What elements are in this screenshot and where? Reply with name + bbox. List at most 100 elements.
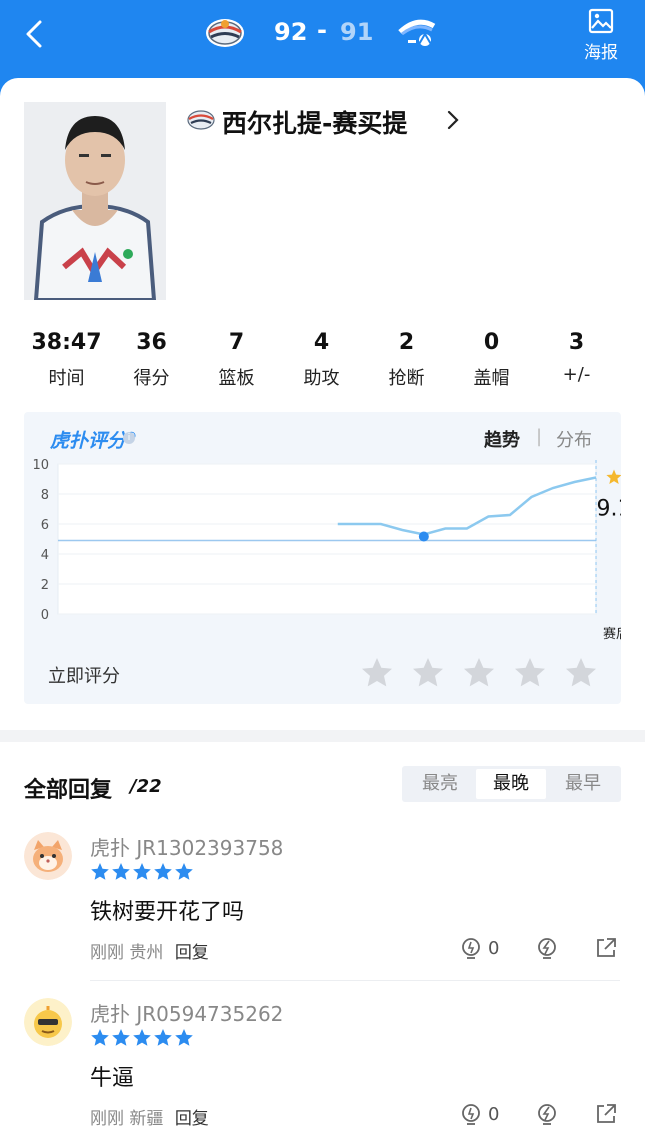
star-icon <box>175 863 193 880</box>
away-team-logo[interactable] <box>392 10 442 56</box>
stat-value: 3 <box>568 330 585 355</box>
dislike-button[interactable] <box>534 1102 560 1128</box>
comment-item: 虎扑 JR0594735262 牛逼 刚刚 新疆 回复 0 <box>0 998 645 1145</box>
comment-item: 虎扑 JR1302393758 铁树要开花了吗 刚刚 贵州 回复 0 <box>0 832 645 992</box>
stat-label: 盖帽 <box>473 368 510 389</box>
sort-tabs: 最亮 最晚 最早 <box>402 766 621 802</box>
star-icon <box>91 1029 109 1046</box>
share-button[interactable] <box>594 936 618 962</box>
rate-star-4-icon[interactable] <box>513 656 547 690</box>
stat-label: 时间 <box>48 368 85 389</box>
rating-stars-input <box>360 656 600 692</box>
lightbulb-icon <box>462 938 480 959</box>
comment-time: 刚刚 <box>90 943 124 963</box>
dislike-button[interactable] <box>534 936 560 962</box>
comment-location: 贵州 <box>129 943 164 963</box>
lightning-icon <box>538 938 556 959</box>
chart-y-ticks: 0 2 4 6 8 10 <box>32 458 49 623</box>
user-rating-stars <box>91 863 193 880</box>
stat-plus-minus: 3 +/- <box>534 330 619 385</box>
rate-star-3-icon[interactable] <box>462 656 496 690</box>
comment-text: 牛逼 <box>90 1066 135 1091</box>
player-name: 西尔扎提-赛买提 <box>222 109 408 138</box>
light-count: 0 <box>488 938 500 959</box>
tab-trend[interactable]: 趋势 <box>484 426 520 452</box>
username[interactable]: 虎扑 JR0594735262 <box>90 998 283 1027</box>
rate-star-2-icon[interactable] <box>411 656 445 690</box>
share-icon <box>597 938 616 957</box>
reply-button[interactable]: 回复 <box>175 943 209 963</box>
chevron-left-icon <box>26 20 42 48</box>
stat-label: 抢断 <box>388 368 425 389</box>
comment-divider <box>90 980 620 981</box>
team-logo-icon <box>187 110 215 130</box>
stat-value: 38:47 <box>31 330 102 355</box>
comment-meta: 刚刚 新疆 回复 <box>90 1104 209 1129</box>
image-icon <box>588 8 614 34</box>
chart-grid <box>57 463 597 615</box>
current-rating-star-icon <box>606 469 621 484</box>
light-button[interactable]: 0 <box>458 1102 499 1128</box>
avatar[interactable] <box>24 998 72 1046</box>
star-icon <box>133 1029 151 1046</box>
back-button[interactable] <box>18 14 54 54</box>
rate-star-1-icon[interactable] <box>360 656 394 690</box>
rating-trend-chart: 0 2 4 6 8 10 9.1 赛后 <box>32 458 622 640</box>
y-tick-label: 2 <box>41 578 49 593</box>
stat-label: 助攻 <box>303 368 340 389</box>
poster-label: 海报 <box>584 43 618 63</box>
comment-text: 铁树要开花了吗 <box>90 900 245 925</box>
y-tick-label: 6 <box>41 518 49 533</box>
score-separator: - <box>317 16 327 44</box>
stat-value: 36 <box>136 330 167 355</box>
stat-label: 得分 <box>133 368 170 389</box>
stat-blocks: 0 盖帽 <box>449 330 534 390</box>
comment-time: 刚刚 <box>90 1109 124 1129</box>
sort-tab-earliest[interactable]: 最早 <box>548 769 618 799</box>
y-tick-label: 4 <box>41 548 49 563</box>
comments-title: 全部回复 <box>24 778 113 803</box>
star-icon <box>91 863 109 880</box>
sort-tab-latest[interactable]: 最晚 <box>476 769 546 799</box>
comment-meta: 刚刚 贵州 回复 <box>90 938 209 963</box>
current-rating-value: 9.1 <box>597 497 622 522</box>
stat-value: 4 <box>313 330 330 355</box>
chevron-right-icon <box>447 110 459 130</box>
stat-line: 38:47 时间 36 得分 7 篮板 4 助攻 2 抢断 0 盖帽 3 +/- <box>24 330 620 390</box>
rating-panel: 虎扑评分® i 趋势 | 分布 0246810 9.1 赛后 立即评分 <box>24 412 621 704</box>
avatar[interactable] <box>24 832 72 880</box>
info-icon[interactable]: i <box>123 432 135 444</box>
comments-count: /22 <box>130 776 162 797</box>
brand-text: 虎扑评分 <box>50 430 127 452</box>
lightning-icon <box>538 1104 556 1125</box>
stat-minutes: 38:47 时间 <box>24 330 109 390</box>
poster-button[interactable]: 海报 <box>576 6 626 63</box>
stat-rebounds: 7 篮板 <box>194 330 279 390</box>
stat-label: +/- <box>562 364 591 385</box>
star-icon <box>154 1029 172 1046</box>
star-icon <box>154 863 172 880</box>
away-score: 91 <box>340 18 374 46</box>
light-count: 0 <box>488 1104 500 1125</box>
y-tick-label: 8 <box>41 488 49 503</box>
star-icon <box>175 1029 193 1046</box>
tab-distribution[interactable]: 分布 <box>556 426 592 452</box>
light-button[interactable]: 0 <box>458 936 499 962</box>
scoreboard: 92 - 91 <box>262 14 382 54</box>
sort-tab-brightest[interactable]: 最亮 <box>405 769 475 799</box>
home-team-logo[interactable] <box>200 10 250 56</box>
stat-assists: 4 助攻 <box>279 330 364 390</box>
y-tick-label: 0 <box>41 608 49 623</box>
username[interactable]: 虎扑 JR1302393758 <box>90 832 283 861</box>
rate-star-5-icon[interactable] <box>564 656 598 690</box>
share-button[interactable] <box>594 1102 618 1128</box>
chart-plot-area <box>57 463 597 615</box>
reply-button[interactable]: 回复 <box>175 1109 209 1129</box>
share-icon <box>597 1104 616 1123</box>
star-icon <box>112 863 130 880</box>
player-photo <box>24 102 166 300</box>
stat-value: 7 <box>228 330 245 355</box>
tab-separator: | <box>536 426 543 447</box>
user-rating-stars <box>91 1029 193 1046</box>
stat-steals: 2 抢断 <box>364 330 449 390</box>
